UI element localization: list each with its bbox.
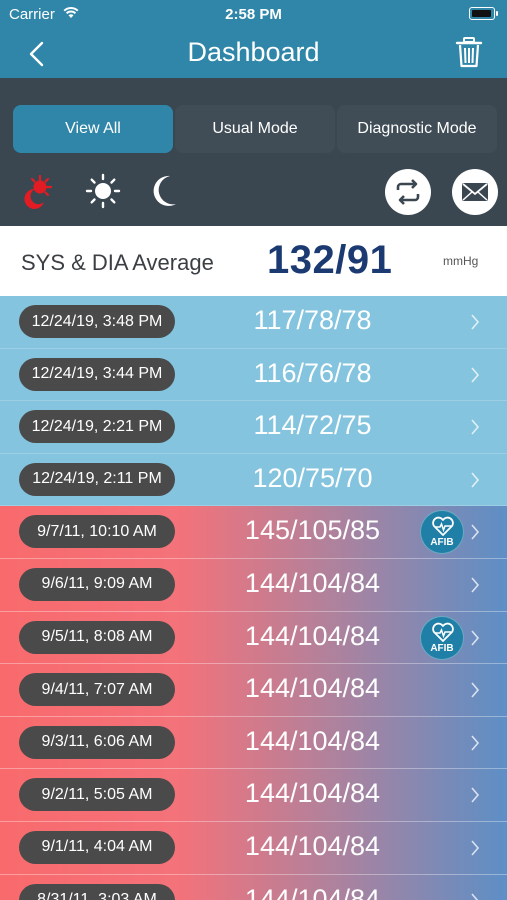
reading-row[interactable]: 9/2/11, 5:05 AM 144/104/84	[0, 769, 507, 822]
heart-pulse-icon	[432, 517, 454, 537]
reading-value: 144/104/84	[244, 673, 381, 704]
reading-date-pill: 9/6/11, 9:09 AM	[19, 567, 175, 601]
reading-row[interactable]: 8/31/11, 3:03 AM 144/104/84	[0, 874, 507, 900]
chevron-right-icon	[471, 367, 480, 383]
reading-row[interactable]: 9/1/11, 4:04 AM 144/104/84	[0, 821, 507, 875]
nav-bar: Dashboard	[0, 30, 507, 78]
reading-row[interactable]: 9/3/11, 6:06 AM 144/104/84	[0, 716, 507, 770]
reading-row[interactable]: 9/5/11, 8:08 AM 144/104/84 AFIB	[0, 611, 507, 665]
status-bar: Carrier 2:58 PM	[0, 0, 507, 30]
afib-label: AFIB	[430, 642, 454, 654]
chevron-right-icon	[471, 524, 480, 540]
status-time: 2:58 PM	[225, 6, 282, 23]
reading-date-pill: 8/31/11, 3:03 AM	[19, 883, 175, 900]
page-title: Dashboard	[187, 37, 320, 67]
reading-row[interactable]: 12/24/19, 2:21 PM 114/72/75	[0, 401, 507, 454]
trash-icon[interactable]	[455, 36, 483, 68]
sync-button[interactable]	[385, 169, 431, 215]
chevron-right-icon	[471, 735, 480, 751]
reading-value: 144/104/84	[244, 830, 381, 861]
reading-value: 116/76/78	[253, 357, 372, 388]
sun-icon[interactable]	[85, 173, 121, 209]
reading-row[interactable]: 12/24/19, 3:48 PM 117/78/78	[0, 296, 507, 349]
reading-date-pill: 12/24/19, 2:21 PM	[19, 410, 175, 444]
reading-date-pill: 12/24/19, 2:11 PM	[19, 462, 175, 496]
moon-icon[interactable]	[152, 173, 182, 209]
mail-icon	[462, 183, 488, 201]
reading-row[interactable]: 9/4/11, 7:07 AM 144/104/84	[0, 664, 507, 717]
average-unit: mmHg	[443, 254, 479, 268]
tab-usual-mode[interactable]: Usual Mode	[175, 105, 335, 153]
chevron-right-icon	[471, 893, 479, 900]
reading-date-pill: 9/2/11, 5:05 AM	[19, 778, 175, 812]
afib-label: AFIB	[430, 537, 454, 549]
reading-value: 145/105/85	[244, 515, 381, 546]
reading-date-pill: 9/4/11, 7:07 AM	[19, 673, 175, 707]
sync-icon	[396, 179, 420, 205]
reading-value: 114/72/75	[253, 410, 372, 441]
mail-button[interactable]	[452, 169, 498, 215]
chevron-right-icon	[471, 682, 480, 698]
reading-row[interactable]: 12/24/19, 2:11 PM 120/75/70	[0, 453, 507, 507]
chevron-right-icon	[471, 314, 480, 330]
reading-value: 144/104/84	[244, 725, 381, 756]
chevron-right-icon	[471, 630, 480, 646]
average-value: 132/91	[267, 238, 393, 282]
battery-icon	[469, 7, 498, 20]
reading-date-pill: 12/24/19, 3:48 PM	[19, 305, 175, 338]
reading-value: 144/104/84	[244, 883, 381, 900]
reading-date-pill: 12/24/19, 3:44 PM	[19, 357, 175, 391]
filter-toolbar	[0, 163, 507, 223]
reading-date-pill: 9/3/11, 6:06 AM	[19, 725, 175, 759]
reading-row[interactable]: 9/7/11, 10:10 AM 145/105/85 AFIB	[0, 506, 507, 559]
chevron-right-icon	[471, 840, 480, 856]
reading-value: 144/104/84	[244, 620, 381, 651]
tab-view-all[interactable]: View All	[13, 105, 173, 153]
reading-row[interactable]: 12/24/19, 3:44 PM 116/76/78	[0, 348, 507, 402]
reading-value: 144/104/84	[244, 778, 381, 809]
sun-moon-red-icon[interactable]	[18, 173, 56, 211]
chevron-right-icon	[471, 577, 480, 593]
reading-row[interactable]: 9/6/11, 9:09 AM 144/104/84	[0, 558, 507, 612]
reading-date-pill: 9/5/11, 8:08 AM	[19, 620, 175, 654]
heart-pulse-icon	[432, 622, 454, 642]
chevron-right-icon	[471, 419, 480, 435]
reading-value: 144/104/84	[244, 567, 381, 598]
average-label: SYS & DIA Average	[21, 250, 214, 275]
afib-badge: AFIB	[420, 510, 464, 555]
chevron-right-icon	[471, 787, 480, 803]
readings-list: 12/24/19, 3:48 PM 117/78/78 12/24/19, 3:44…	[0, 296, 507, 900]
reading-date-pill: 9/7/11, 10:10 AM	[19, 515, 175, 549]
reading-value: 117/78/78	[253, 305, 372, 335]
tab-diagnostic-mode[interactable]: Diagnostic Mode	[337, 105, 497, 153]
chevron-right-icon	[471, 472, 480, 488]
reading-date-pill: 9/1/11, 4:04 AM	[19, 830, 175, 864]
afib-badge: AFIB	[420, 615, 464, 660]
average-summary: SYS & DIA Average 132/91 mmHg	[0, 226, 507, 296]
reading-value: 120/75/70	[252, 462, 373, 493]
mode-tabs: View All Usual Mode Diagnostic Mode	[13, 105, 499, 153]
